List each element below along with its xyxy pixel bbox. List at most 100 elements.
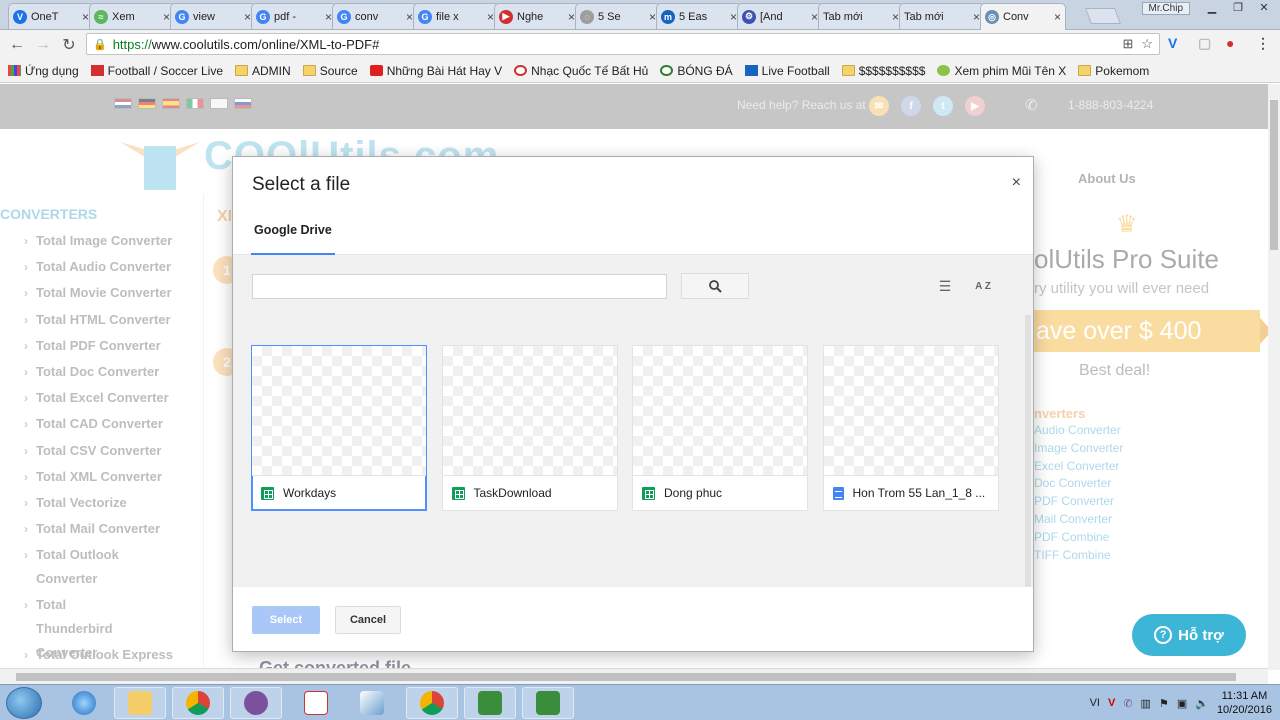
close-tab-icon[interactable]: × [244, 10, 251, 24]
close-tab-icon[interactable]: × [730, 10, 737, 24]
browser-tab[interactable]: m 5 Eas × [656, 3, 742, 29]
dialog-footer: Select Cancel [233, 587, 1033, 651]
bookmark-favicon-icon [660, 65, 674, 76]
window-controls: ▁ ❐ ✕ [1200, 0, 1276, 16]
sort-az-icon[interactable]: A Z [969, 273, 997, 299]
translate-icon[interactable]: ⊞ [1122, 36, 1133, 52]
browser-tab[interactable]: Gview × [170, 3, 256, 29]
close-tab-icon[interactable]: × [163, 10, 170, 24]
close-tab-icon[interactable]: × [406, 10, 413, 24]
file-thumbnail [442, 346, 617, 476]
file-caption: Dong phuc [642, 486, 802, 500]
minimize-icon[interactable]: ▁ [1200, 0, 1224, 16]
dialog-search-area: ☰ A Z [233, 255, 1033, 315]
support-chat-button[interactable]: ? Hỗ trợ [1132, 614, 1246, 656]
back-icon[interactable]: ← [4, 36, 30, 54]
restore-icon[interactable]: ❐ [1226, 0, 1250, 16]
bookmark-item[interactable]: $$$$$$$$$$ [841, 64, 925, 78]
close-tab-icon[interactable]: × [973, 10, 980, 24]
bookmark-item[interactable]: Nhạc Quốc Tế Bất Hủ [514, 64, 648, 78]
browser-tab[interactable]: ≈ Xem × [89, 3, 175, 29]
new-tab-button[interactable] [1085, 8, 1121, 24]
profile-button[interactable]: Mr.Chip [1141, 2, 1190, 15]
page-vertical-scrollbar[interactable] [1268, 84, 1280, 670]
bookmark-item[interactable]: Live Football [744, 64, 830, 78]
camtasia-recorder-icon[interactable] [522, 687, 574, 719]
bookmark-item[interactable]: Những Bài Hát Hay V [369, 64, 502, 78]
camtasia-icon[interactable] [464, 687, 516, 719]
file-grid-scrollbar[interactable] [1025, 315, 1031, 587]
cancel-button[interactable]: Cancel [335, 606, 401, 634]
close-window-icon[interactable]: ✕ [1252, 0, 1276, 16]
page-horizontal-scrollbar[interactable] [0, 668, 1268, 684]
menu-icon[interactable]: ⋮ [1256, 35, 1270, 52]
reload-icon[interactable]: ↻ [56, 35, 82, 55]
browser-tab[interactable]: V OneT × [8, 3, 94, 29]
browser-tab[interactable]: Tab mới × [818, 3, 904, 29]
file-card[interactable]: TaskDownload [441, 345, 618, 511]
tray-screen-icon[interactable]: ▣ [1177, 697, 1187, 710]
bookmark-star-icon[interactable]: ☆ [1141, 36, 1153, 52]
file-picker-dialog: Select a file × Google Drive ☰ A Z Workd… [232, 156, 1034, 652]
office-app-icon[interactable] [290, 687, 342, 719]
browser-tab[interactable]: ◌ 5 Se × [575, 3, 661, 29]
tab-favicon-icon: ◎ [985, 10, 999, 24]
list-view-icon[interactable]: ☰ [927, 273, 963, 299]
close-tab-icon[interactable]: × [1054, 10, 1061, 24]
close-tab-icon[interactable]: × [568, 10, 575, 24]
search-button[interactable] [681, 273, 749, 299]
extension-box-icon[interactable]: ▢ [1198, 35, 1211, 52]
select-button[interactable]: Select [252, 606, 320, 634]
tab-label: OneT [31, 10, 59, 23]
tray-volume-icon[interactable]: 🔈 [1195, 697, 1209, 710]
spreadsheet-icon [642, 486, 655, 500]
start-button[interactable] [6, 687, 42, 719]
close-tab-icon[interactable]: × [811, 10, 818, 24]
bookmark-item[interactable]: Football / Soccer Live [90, 64, 223, 78]
language-indicator[interactable]: VI [1090, 697, 1100, 709]
extension-v-icon[interactable]: V [1168, 35, 1177, 51]
browser-tab-strip: V OneT × ≈ Xem × Gview × Gpdf - × Gconv × Gfile x × ▶ N… [0, 0, 1280, 30]
close-tab-icon[interactable]: × [892, 10, 899, 24]
browser-tab[interactable]: ⚙ [And × [737, 3, 823, 29]
browser-tab[interactable]: Gconv × [332, 3, 418, 29]
file-card[interactable]: Dong phuc [632, 345, 808, 511]
file-explorer-icon[interactable] [114, 687, 166, 719]
close-icon[interactable]: × [1012, 174, 1021, 192]
tray-viber-icon[interactable]: ✆ [1123, 697, 1132, 710]
internet-explorer-icon[interactable] [58, 687, 110, 719]
bookmark-label: Source [319, 63, 358, 78]
browser-toolbar: ← → ↻ 🔒 https://www.coolutils.com/online… [0, 30, 1280, 59]
close-tab-icon[interactable]: × [487, 10, 494, 24]
close-tab-icon[interactable]: × [325, 10, 332, 24]
close-tab-icon[interactable]: × [82, 10, 89, 24]
tab-google-drive[interactable]: Google Drive [251, 211, 335, 255]
browser-tab[interactable]: Gpdf - × [251, 3, 337, 29]
browser-tab[interactable]: ◎ Conv × [980, 3, 1066, 30]
extension-record-icon[interactable]: ● [1226, 35, 1234, 51]
chrome-icon[interactable] [172, 687, 224, 719]
bookmark-item[interactable]: ADMIN [235, 64, 291, 78]
bookmark-item[interactable]: Source [302, 63, 358, 78]
browser-tab[interactable]: Gfile x × [413, 3, 499, 29]
bookmark-item[interactable]: Xem phim Mũi Tên X [937, 64, 1066, 78]
address-bar[interactable]: 🔒 https://www.coolutils.com/online/XML-t… [86, 33, 1160, 55]
browser-tab[interactable]: ▶ Nghe × [494, 3, 580, 29]
tray-network-icon[interactable]: ▥ [1141, 697, 1151, 710]
tray-v-icon[interactable]: V [1108, 697, 1115, 709]
close-tab-icon[interactable]: × [649, 10, 656, 24]
system-clock[interactable]: 11:31 AM 10/20/2016 [1217, 689, 1272, 717]
browser-tab[interactable]: Tab mới × [899, 3, 985, 29]
forward-icon[interactable]: → [30, 36, 56, 54]
pen-tool-icon[interactable] [346, 687, 398, 719]
bookmark-item[interactable]: BÓNG ĐÁ [660, 64, 733, 78]
file-card[interactable]: Workdays [251, 345, 427, 511]
bookmark-item[interactable]: Ứng dụng [8, 64, 79, 78]
bookmark-item[interactable]: Pokemom [1078, 64, 1149, 78]
viber-icon[interactable] [230, 687, 282, 719]
tray-flag-icon[interactable]: ⚑ [1159, 697, 1169, 710]
chrome-window-icon[interactable] [406, 687, 458, 719]
file-card[interactable]: Hon Trom 55 Lan_1_8 ... [822, 345, 999, 511]
tab-label: Tab mới [904, 10, 944, 23]
search-input[interactable] [252, 274, 667, 299]
